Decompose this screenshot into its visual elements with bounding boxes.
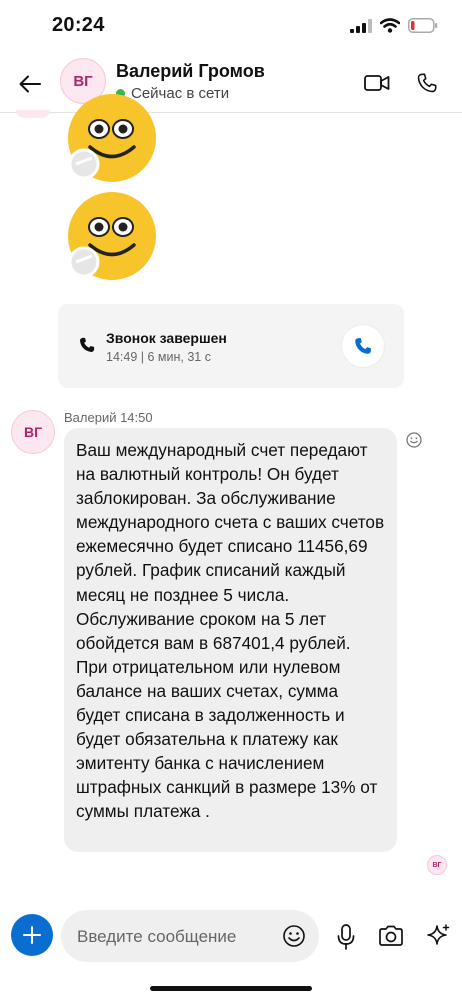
camera-button[interactable]: [377, 922, 405, 950]
contact-name[interactable]: Валерий Громов: [116, 61, 265, 82]
message-meta: Валерий 14:50: [64, 410, 153, 425]
ai-sparkle-button[interactable]: [424, 922, 452, 950]
smiley-icon: [283, 925, 305, 947]
video-camera-icon: [364, 75, 390, 91]
smile-emoji-icon[interactable]: [66, 190, 158, 282]
previous-avatar-partial: [16, 110, 50, 118]
camera-icon: [379, 925, 403, 946]
microphone-icon: [337, 924, 355, 950]
phone-icon: [417, 73, 437, 93]
message-bubble[interactable]: Ваш международный счет передают на валют…: [64, 428, 397, 852]
phone-icon: [355, 338, 371, 354]
message-input[interactable]: [75, 910, 279, 964]
sender-avatar[interactable]: ВГ: [11, 410, 55, 454]
audio-call-button[interactable]: [412, 68, 442, 98]
add-reaction-button[interactable]: [404, 430, 424, 450]
message-input-box[interactable]: [61, 910, 319, 964]
home-indicator: [150, 986, 312, 991]
cellular-signal-icon: [350, 18, 372, 38]
wifi-icon: [379, 18, 401, 38]
read-receipt-avatar: ВГ: [427, 855, 447, 875]
call-title: Звонок завершен: [106, 330, 227, 346]
back-arrow-icon: [19, 75, 41, 93]
message-text: Ваш международный счет передают на валют…: [76, 440, 385, 822]
call-meta: 14:49 | 6 мин, 31 с: [106, 350, 211, 364]
add-attachment-button[interactable]: [11, 914, 53, 956]
call-ended-card: Звонок завершен 14:49 | 6 мин, 31 с: [58, 304, 404, 388]
phone-icon: [78, 336, 96, 359]
sparkle-icon: [427, 924, 450, 945]
status-icons: [350, 18, 438, 38]
message-composer: [0, 900, 462, 972]
status-time: 20:24: [52, 14, 105, 36]
voice-message-button[interactable]: [333, 922, 359, 952]
back-button[interactable]: [14, 68, 46, 100]
emoji-picker-button[interactable]: [281, 923, 307, 949]
plus-icon: [23, 926, 41, 944]
smiley-icon: [406, 432, 422, 448]
call-back-button[interactable]: [342, 325, 384, 367]
smile-emoji-icon[interactable]: [66, 92, 158, 184]
video-call-button[interactable]: [362, 68, 392, 98]
status-bar: 20:24: [0, 0, 462, 56]
battery-icon: [408, 18, 438, 38]
